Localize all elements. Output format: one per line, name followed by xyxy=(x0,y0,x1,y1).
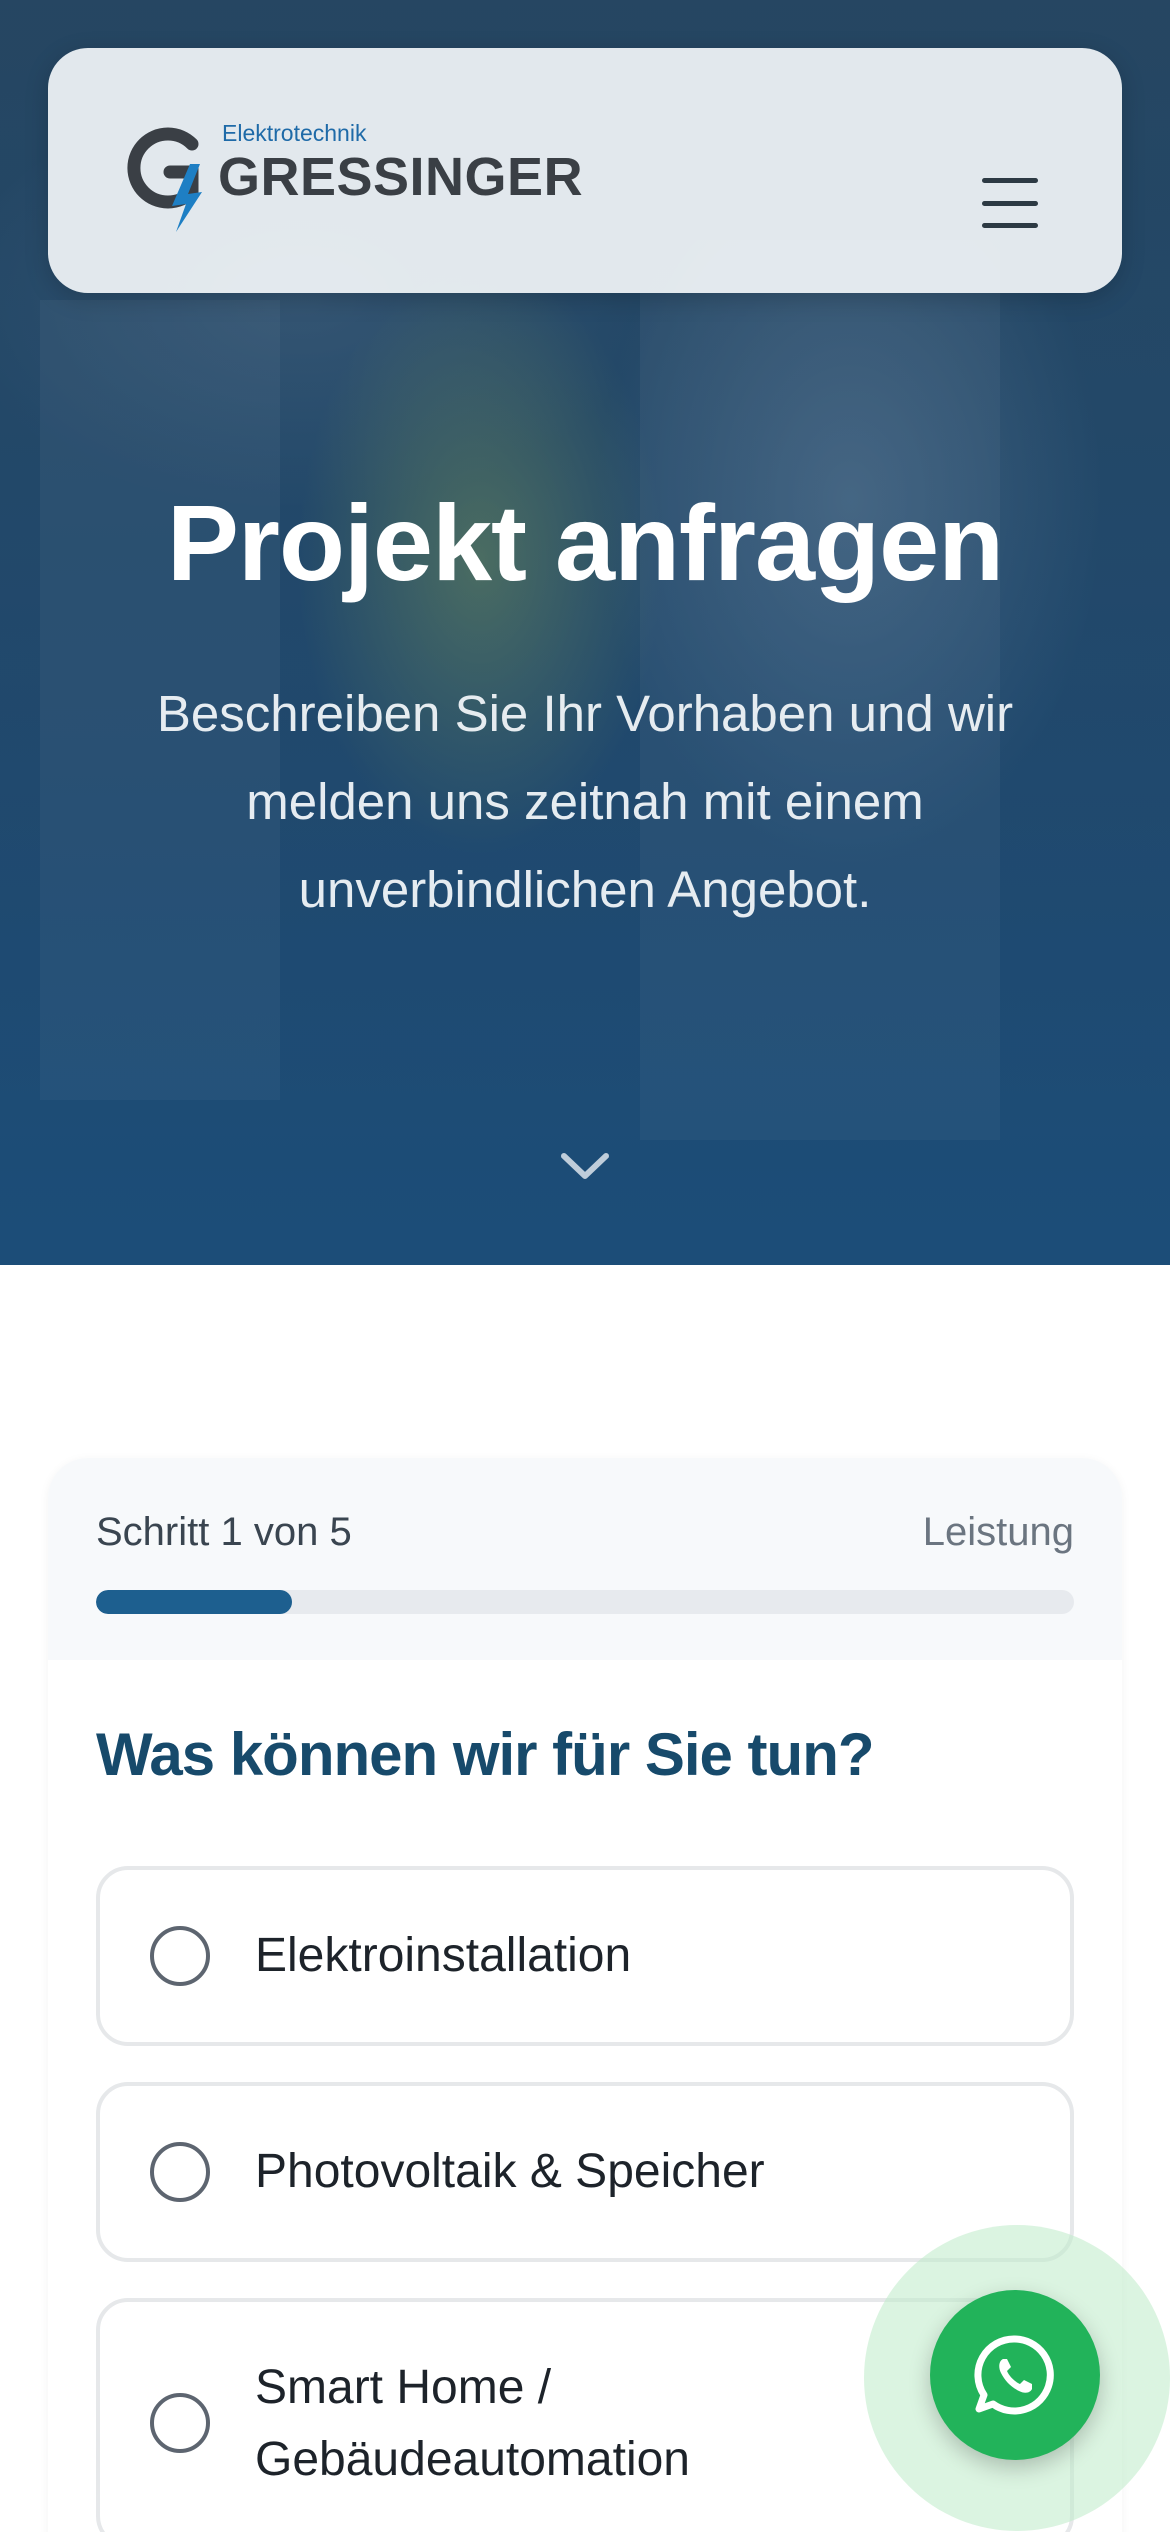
hero-subtitle-line: Beschreiben Sie Ihr Vorhaben und wir xyxy=(156,685,1014,742)
logo[interactable]: Elektrotechnik GRESSINGER xyxy=(120,114,583,234)
logo-subtitle: Elektrotechnik xyxy=(222,120,367,146)
menu-line xyxy=(982,223,1038,228)
form-question: Was können wir für Sie tun? xyxy=(96,1721,874,1788)
hamburger-menu-icon[interactable] xyxy=(982,178,1046,228)
page: Elektrotechnik GRESSINGER Projekt anfrag… xyxy=(0,0,1170,2532)
step-name: Leistung xyxy=(922,1510,1074,1554)
progress-bar xyxy=(96,1590,1074,1614)
logo-name: GRESSINGER xyxy=(218,147,584,207)
hero-subtitle-line: melden uns zeitnah mit einem xyxy=(246,773,924,830)
hero-subtitle-line: unverbindlichen Angebot. xyxy=(298,861,872,918)
radio-button[interactable] xyxy=(150,2142,210,2202)
logo-mark-icon xyxy=(127,127,202,232)
option-label-line: Gebäudeautomation xyxy=(255,2433,690,2486)
chevron-down-icon[interactable] xyxy=(556,1148,614,1182)
step-counter: Schritt 1 von 5 xyxy=(96,1510,352,1554)
option-label: Elektroinstallation xyxy=(255,1929,632,1982)
form-progress-header: Schritt 1 von 5 Leistung xyxy=(48,1458,1122,1660)
site-header: Elektrotechnik GRESSINGER xyxy=(48,48,1122,293)
option-label-line: Smart Home / xyxy=(255,2361,552,2414)
option-label: Photovoltaik & Speicher xyxy=(255,2145,765,2198)
whatsapp-button[interactable] xyxy=(930,2290,1100,2460)
option-elektroinstallation[interactable]: Elektroinstallation xyxy=(96,1866,1074,2046)
progress-fill xyxy=(96,1590,292,1614)
hero-subtitle: Beschreiben Sie Ihr Vorhaben und wir mel… xyxy=(85,670,1085,934)
option-label: Smart Home / Gebäudeautomation xyxy=(255,2352,690,2496)
whatsapp-icon xyxy=(974,2335,1054,2415)
radio-button[interactable] xyxy=(150,1926,210,1986)
radio-button[interactable] xyxy=(150,2393,210,2453)
option-photovoltaik[interactable]: Photovoltaik & Speicher xyxy=(96,2082,1074,2262)
menu-line xyxy=(982,200,1038,206)
menu-line xyxy=(982,178,1038,183)
page-title: Projekt anfragen xyxy=(166,482,1004,603)
hero-section: Elektrotechnik GRESSINGER Projekt anfrag… xyxy=(0,0,1170,1265)
